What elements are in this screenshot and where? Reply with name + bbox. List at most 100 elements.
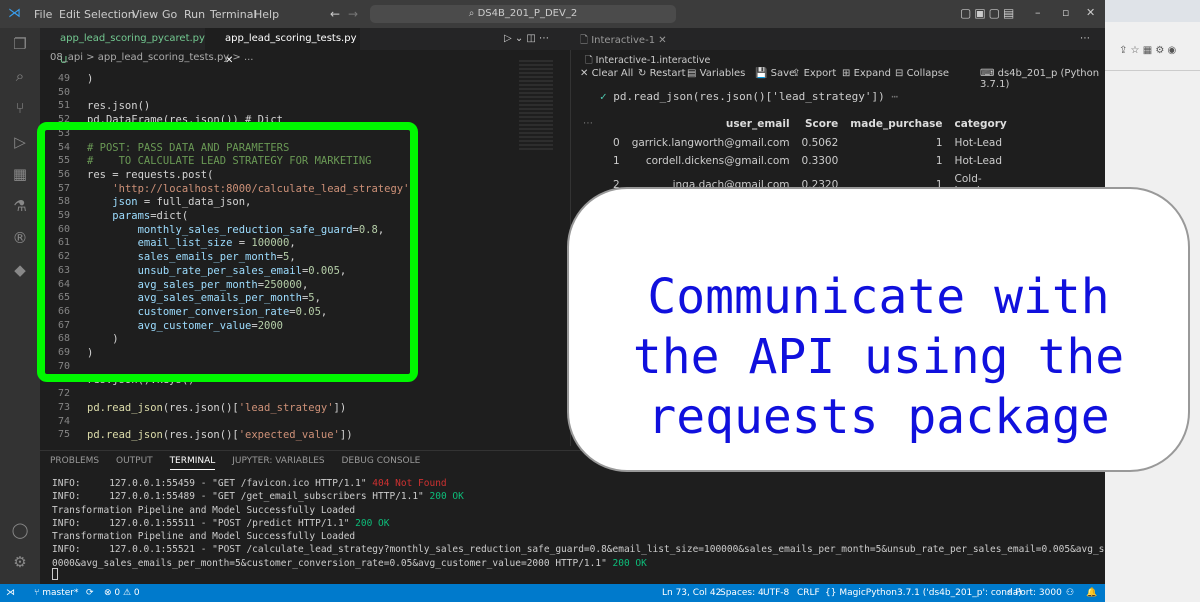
kernel-label: ds4b_201_p (Python 3.7.1): [980, 68, 1100, 90]
tab-app-lead-scoring-tests[interactable]: app_lead_scoring_tests.py ✕: [205, 28, 360, 66]
run-debug-icon[interactable]: ▷: [10, 132, 30, 152]
tab-terminal[interactable]: TERMINAL: [169, 456, 216, 470]
account-icon[interactable]: ◯: [10, 520, 30, 540]
search-icon[interactable]: ⌕: [10, 66, 30, 86]
menu-selection[interactable]: Selection: [84, 8, 135, 21]
layout-icons[interactable]: ▢▣▢▤: [960, 6, 1017, 20]
table-header: user_email Score made_purchase category: [607, 114, 1013, 134]
indentation[interactable]: Spaces: 4: [720, 584, 764, 602]
branch-indicator[interactable]: ⑂ master*: [34, 584, 79, 602]
feedback-icon[interactable]: ⚇: [1066, 584, 1074, 602]
terminal-line: 0000&avg_sales_emails_per_month=5&custom…: [52, 557, 647, 569]
port-label: Port: 3000: [1015, 588, 1062, 598]
menu-view[interactable]: View: [132, 8, 158, 21]
tab-output[interactable]: OUTPUT: [116, 456, 153, 466]
breadcrumb[interactable]: 08_api > app_lead_scoring_tests.py > ...: [40, 50, 570, 66]
cursor-position[interactable]: Ln 73, Col 42: [662, 584, 721, 602]
code-line[interactable]: pd.read_json(res.json()['expected_value'…: [87, 429, 353, 441]
code-line[interactable]: res.json(): [87, 100, 150, 112]
terminal-cursor: [52, 568, 58, 580]
language-label: MagicPython: [839, 588, 897, 598]
menu-terminal[interactable]: Terminal: [210, 8, 257, 21]
table-cell: 0.3300: [801, 155, 839, 167]
browser-toolbar-icons[interactable]: ⇪ ☆ ▦ ⚙ ◉: [1119, 45, 1176, 56]
live-server-port[interactable]: ⚡ Port: 3000: [1006, 584, 1062, 602]
table-cell: 1: [935, 155, 943, 167]
interactive-tabbar: 🗋 Interactive-1 ✕ ⋯: [570, 28, 1105, 50]
callout-line-3: requests package: [647, 389, 1110, 445]
code-highlight-box: [37, 122, 418, 382]
python-icon[interactable]: ◆: [10, 260, 30, 280]
menu-help[interactable]: Help: [254, 8, 279, 21]
tab-jupyter-variables[interactable]: JUPYTER: VARIABLES: [232, 456, 324, 466]
remote-icon[interactable]: ®: [10, 228, 30, 248]
terminal-output[interactable]: INFO: 127.0.0.1:55459 - "GET /favicon.ic…: [52, 477, 1200, 570]
menu-edit[interactable]: Edit: [59, 8, 80, 21]
command-center-search[interactable]: ⌕ DS4B_201_P_DEV_2: [370, 5, 676, 23]
column-header: made_purchase: [850, 118, 943, 130]
run-file-icon[interactable]: ▷ ⌄ ◫ ⋯: [504, 33, 549, 44]
code-line[interactable]: ): [87, 73, 93, 85]
terminal-line: Transformation Pipeline and Model Succes…: [52, 531, 356, 543]
interactive-toolbar: ✕ Clear All ↻ Restart ▤ Variables 💾 Save…: [570, 64, 1105, 90]
restart-button[interactable]: ↻ Restart: [638, 68, 686, 79]
more-actions-icon[interactable]: ⋯: [1080, 33, 1090, 44]
settings-gear-icon[interactable]: ⚙: [10, 552, 30, 572]
line-ending[interactable]: CRLF: [797, 584, 820, 602]
menu-go[interactable]: Go: [162, 8, 177, 21]
explorer-icon[interactable]: ❐: [10, 34, 30, 54]
table-cell: cordell.dickens@gmail.com: [645, 155, 790, 167]
line-number: 74: [57, 415, 70, 427]
expand-label: Expand: [853, 68, 891, 79]
save-button[interactable]: 💾 Save: [755, 68, 795, 79]
minimize-icon[interactable]: –: [1035, 6, 1041, 19]
menu-file[interactable]: File: [34, 8, 52, 21]
table-cell: Hot-Lead: [954, 137, 1002, 149]
collapse-label: Collapse: [906, 68, 950, 79]
tab-problems[interactable]: PROBLEMS: [50, 456, 99, 466]
kernel-picker[interactable]: ⌨ ds4b_201_p (Python 3.7.1): [980, 68, 1105, 90]
sync-icon[interactable]: ⟳: [86, 584, 94, 602]
panel-tabs: PROBLEMS OUTPUT TERMINAL JUPYTER: VARIAB…: [50, 456, 421, 470]
expand-button[interactable]: ⊞ Expand: [842, 68, 891, 79]
forward-arrow-icon[interactable]: →: [348, 7, 358, 21]
variables-button[interactable]: ▤ Variables: [687, 68, 745, 79]
cell-more-icon[interactable]: ⋯: [583, 118, 593, 129]
language-mode[interactable]: {} MagicPython: [825, 584, 897, 602]
callout-text: Communicate with the API using the reque…: [569, 267, 1188, 447]
terminal-line: INFO: 127.0.0.1:55459 - "GET /favicon.ic…: [52, 478, 447, 489]
menu-run[interactable]: Run: [184, 8, 205, 21]
problems-indicator[interactable]: ⊗ 0 ⚠ 0: [104, 584, 140, 602]
minimap[interactable]: [515, 50, 570, 450]
clear-all-button[interactable]: ✕ Clear All: [580, 68, 633, 79]
column-header: user_email: [725, 118, 790, 130]
testing-icon[interactable]: ⚗: [10, 196, 30, 216]
tab-debug-console[interactable]: DEBUG CONSOLE: [342, 456, 421, 466]
code-line[interactable]: pd.read_json(res.json()['lead_strategy']…: [87, 402, 346, 414]
remote-indicator-icon[interactable]: ⋊: [6, 584, 15, 602]
back-arrow-icon[interactable]: ←: [330, 7, 340, 21]
source-control-icon[interactable]: ⑂: [10, 98, 30, 118]
variables-label: Variables: [699, 68, 746, 79]
terminal-line: INFO: 127.0.0.1:55521 - "POST /calculate…: [52, 544, 1200, 556]
terminal-line: INFO: 127.0.0.1:55489 - "GET /get_email_…: [52, 491, 464, 503]
line-number: 73: [57, 401, 70, 413]
encoding[interactable]: UTF-8: [763, 584, 789, 602]
restore-icon[interactable]: ▫: [1062, 6, 1069, 19]
clear-all-label: Clear All: [591, 68, 634, 79]
close-window-icon[interactable]: ✕: [1086, 6, 1095, 19]
column-header: Score: [804, 118, 839, 130]
python-interpreter[interactable]: 3.7.1 ('ds4b_201_p': conda): [897, 584, 1022, 602]
line-number: 49: [57, 73, 70, 84]
collapse-button[interactable]: ⊟ Collapse: [895, 68, 949, 79]
tab-app-lead-scoring-pycaret[interactable]: app_lead_scoring_pycaret.py U: [40, 28, 205, 66]
cell-header[interactable]: ✓ pd.read_json(res.json()['lead_strategy…: [600, 90, 898, 103]
callout-line-2: the API using the: [632, 329, 1125, 385]
export-button[interactable]: ⇪ Export: [792, 68, 836, 79]
vscode-logo-icon: ⋊: [8, 6, 21, 21]
line-number: 75: [57, 429, 70, 441]
notifications-bell-icon[interactable]: 🔔: [1086, 584, 1097, 602]
extensions-icon[interactable]: ▦: [10, 164, 30, 184]
interactive-tab[interactable]: 🗋 Interactive-1 ✕: [580, 33, 667, 50]
column-header: [607, 114, 626, 134]
